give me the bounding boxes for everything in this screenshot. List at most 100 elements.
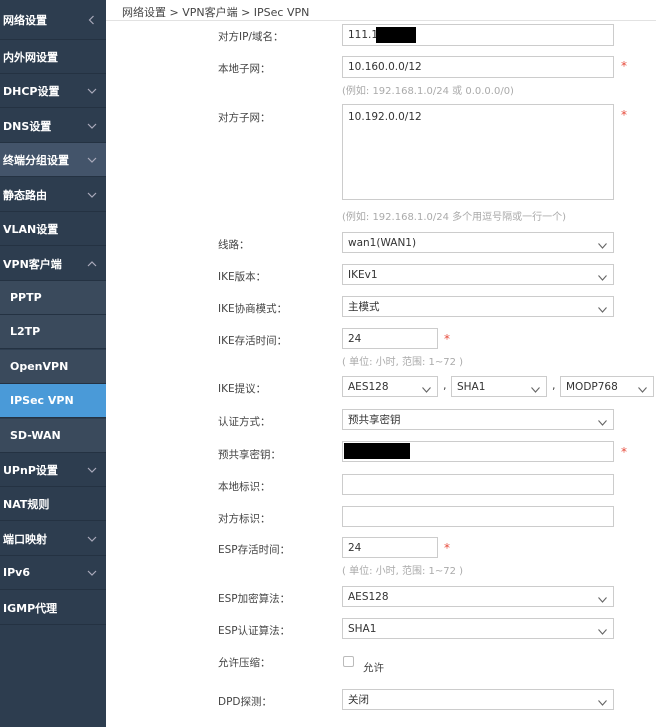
- sidebar-item-label: DHCP设置: [3, 84, 60, 98]
- ike-version-value: IKEv1: [348, 268, 378, 281]
- peer-id-input[interactable]: [342, 506, 614, 527]
- sidebar-item-label: VPN客户端: [3, 257, 62, 271]
- sidebar-item-label: 网络设置: [3, 13, 47, 27]
- sidebar-item-label: PPTP: [10, 291, 42, 304]
- sidebar-item-label: 内外网设置: [3, 50, 58, 64]
- compress-checkbox[interactable]: [343, 656, 354, 667]
- sidebar-item-ipsec-vpn[interactable]: IPSec VPN: [0, 384, 106, 418]
- sidebar-item-lan-wan-settings[interactable]: 内外网设置: [0, 40, 106, 74]
- sidebar-item-dns-settings[interactable]: DNS设置: [0, 109, 106, 143]
- sidebar-item-terminal-group-settings[interactable]: 终端分组设置: [0, 143, 106, 177]
- psk-label: 预共享密钥：: [218, 449, 281, 461]
- sidebar-item-vpn-client[interactable]: VPN客户端: [0, 247, 106, 281]
- line-label: 线路：: [218, 239, 250, 251]
- esp-encryption-label: ESP加密算法：: [218, 593, 291, 605]
- sidebar-item-network-settings[interactable]: 网络设置: [0, 0, 106, 40]
- dpd-select[interactable]: 关闭: [342, 689, 614, 710]
- sidebar-item-vlan-settings[interactable]: VLAN设置: [0, 212, 106, 246]
- chevron-down-icon: [87, 86, 97, 96]
- local-subnet-value: 10.160.0.0/12: [348, 61, 422, 73]
- dpd-value: 关闭: [348, 694, 369, 706]
- sidebar-item-label: OpenVPN: [10, 360, 69, 373]
- sidebar-item-label: 静态路由: [3, 188, 47, 202]
- sidebar-item-sd-wan[interactable]: SD-WAN: [0, 419, 106, 453]
- sidebar-item-igmp-proxy[interactable]: IGMP代理: [0, 591, 106, 625]
- ike-lifetime-label: IKE存活时间：: [218, 335, 288, 347]
- ike-mode-select[interactable]: 主模式: [342, 296, 614, 317]
- ike-lifetime-input[interactable]: 24: [342, 328, 438, 349]
- ike-encryption-value: AES128: [348, 380, 389, 393]
- chevron-down-icon: [87, 121, 97, 131]
- sidebar-item-label: 端口映射: [3, 532, 47, 546]
- sidebar-item-upnp-settings[interactable]: UPnP设置: [0, 453, 106, 487]
- sidebar-item-label: NAT规则: [3, 497, 50, 511]
- required-marker: *: [621, 445, 627, 459]
- local-id-input[interactable]: [342, 474, 614, 495]
- sidebar-item-label: IPv6: [3, 566, 30, 579]
- ike-mode-label: IKE协商模式：: [218, 303, 288, 315]
- esp-lifetime-label: ESP存活时间：: [218, 544, 291, 556]
- ike-version-select[interactable]: IKEv1: [342, 264, 614, 285]
- peer-id-label: 对方标识：: [218, 513, 271, 525]
- esp-lifetime-input[interactable]: 24: [342, 537, 438, 558]
- peer-subnet-hint: (例如: 192.168.1.0/24 多个用逗号隔或一行一个): [342, 212, 567, 223]
- ike-version-label: IKE版本：: [218, 271, 267, 283]
- esp-auth-select[interactable]: SHA1: [342, 618, 614, 639]
- chevron-up-icon: [87, 259, 97, 269]
- proposal-separator: ,: [443, 379, 447, 392]
- peer-subnet-value: 10.192.0.0/12: [348, 111, 422, 123]
- proposal-separator: ,: [552, 379, 556, 392]
- ike-encryption-select[interactable]: AES128: [342, 376, 438, 397]
- ike-lifetime-hint: ( 单位: 小时, 范围: 1~72 ): [342, 357, 464, 368]
- sidebar-item-label: DNS设置: [3, 119, 52, 133]
- sidebar-item-l2tp[interactable]: L2TP: [0, 315, 106, 349]
- esp-auth-value: SHA1: [348, 622, 377, 635]
- required-marker: *: [621, 59, 627, 73]
- sidebar-item-label: 终端分组设置: [3, 153, 69, 167]
- ike-lifetime-value: 24: [348, 332, 362, 345]
- line-value: wan1(WAN1): [348, 236, 417, 249]
- esp-lifetime-value: 24: [348, 541, 362, 554]
- peer-subnet-textarea[interactable]: 10.192.0.0/12: [342, 104, 614, 200]
- chevron-down-icon: [87, 534, 97, 544]
- auth-method-value: 预共享密钥: [348, 414, 401, 426]
- local-subnet-label: 本地子网：: [218, 63, 271, 75]
- chevron-down-icon: [638, 384, 647, 393]
- breadcrumb-divider: [106, 20, 656, 21]
- sidebar-item-ipv6[interactable]: IPv6: [0, 556, 106, 590]
- sidebar-item-port-mapping[interactable]: 端口映射: [0, 522, 106, 556]
- auth-method-label: 认证方式：: [218, 416, 271, 428]
- sidebar-item-pptp[interactable]: PPTP: [0, 281, 106, 315]
- chevron-down-icon: [87, 465, 97, 475]
- chevron-down-icon: [87, 568, 97, 578]
- esp-encryption-value: AES128: [348, 590, 389, 603]
- line-select[interactable]: wan1(WAN1): [342, 232, 614, 253]
- sidebar-nav: 网络设置内外网设置 DHCP设置 DNS设置终端分组设置 静态路由 VLAN设置 VPN客…: [0, 0, 106, 727]
- auth-method-select[interactable]: 预共享密钥: [342, 409, 614, 430]
- sidebar-item-label: IPSec VPN: [10, 394, 74, 407]
- redacted-psk-block: [344, 443, 410, 459]
- sidebar-item-label: UPnP设置: [3, 463, 58, 477]
- chevron-down-icon: [598, 626, 607, 635]
- sidebar-item-openvpn[interactable]: OpenVPN: [0, 350, 106, 384]
- sidebar-item-nat-rules[interactable]: NAT规则: [0, 487, 106, 521]
- sidebar-item-static-route[interactable]: 静态路由: [0, 178, 106, 212]
- peer-ip-label: 对方IP/域名：: [218, 31, 284, 43]
- local-subnet-input[interactable]: 10.160.0.0/12: [342, 56, 614, 78]
- compress-option-label: 允许: [363, 662, 384, 674]
- required-marker: *: [621, 108, 627, 122]
- esp-lifetime-hint: ( 单位: 小时, 范围: 1~72 ): [342, 566, 464, 577]
- dpd-label: DPD探测：: [218, 696, 273, 708]
- ike-dh-group-select[interactable]: MODP768: [560, 376, 654, 397]
- sidebar-item-dhcp-settings[interactable]: DHCP设置: [0, 74, 106, 108]
- ike-hash-select[interactable]: SHA1: [451, 376, 547, 397]
- chevron-left-icon: [87, 15, 97, 25]
- sidebar-item-label: VLAN设置: [3, 222, 59, 236]
- breadcrumb: 网络设置 > VPN客户端 > IPSec VPN: [122, 6, 310, 19]
- esp-encryption-select[interactable]: AES128: [342, 586, 614, 607]
- redacted-ip-block: [376, 27, 416, 43]
- ike-dh-group-value: MODP768: [566, 380, 618, 393]
- chevron-down-icon: [598, 304, 607, 313]
- sidebar-item-label: IGMP代理: [3, 601, 58, 615]
- local-subnet-hint: (例如: 192.168.1.0/24 或 0.0.0.0/0): [342, 86, 514, 97]
